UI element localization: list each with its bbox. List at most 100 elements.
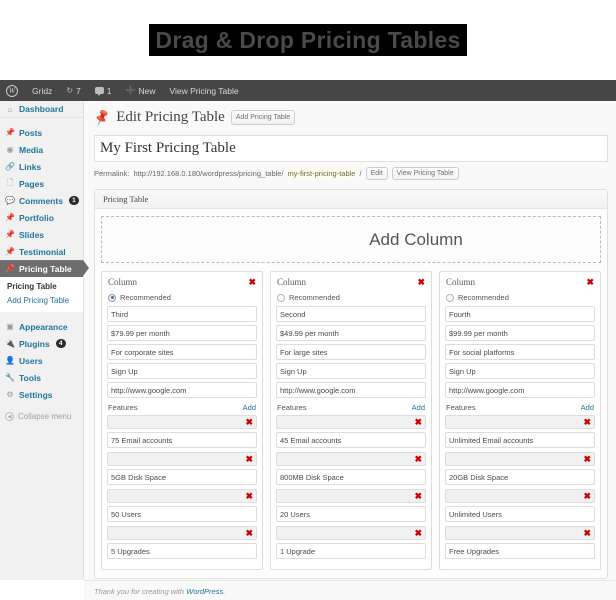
remove-x-icon[interactable]: ✖ [586,277,594,287]
column-name-input[interactable]: Third [107,306,257,322]
sidebar-item-tools[interactable]: 🔧 Tools [0,369,83,386]
pin-icon: 📌 [5,230,15,239]
adminbar-view-pricing-table[interactable]: View Pricing Table [162,80,245,101]
sidebar-item-appearance[interactable]: ▣ Appearance [0,318,83,335]
sidebar-item-testimonial[interactable]: 📌 Testimonial [0,243,83,260]
feature-drag-handle[interactable]: ✖ [276,452,426,466]
adminbar-site-name[interactable]: Gridz [25,80,59,101]
pricing-column-card[interactable]: Column ✖ Recommended Fourth $99.99 per m… [439,271,601,570]
feature-drag-handle[interactable]: ✖ [276,415,426,429]
sidebar-item-users[interactable]: 👤 Users [0,352,83,369]
remove-x-icon[interactable]: ✖ [417,277,425,287]
plus-icon: ➕ [125,86,136,95]
feature-drag-handle[interactable]: ✖ [107,415,257,429]
column-url-input[interactable]: http://www.google.com [276,382,426,398]
remove-x-icon[interactable]: ✖ [414,491,422,501]
add-column-dropzone[interactable]: Add Column [101,216,601,263]
sidebar-item-media[interactable]: ◉ Media [0,141,83,158]
remove-x-icon[interactable]: ✖ [583,491,591,501]
column-name-input[interactable]: Fourth [445,306,595,322]
feature-input[interactable]: 5 Upgrades [107,543,257,559]
feature-drag-handle[interactable]: ✖ [276,489,426,503]
remove-x-icon[interactable]: ✖ [414,528,422,538]
remove-x-icon[interactable]: ✖ [248,277,256,287]
remove-x-icon[interactable]: ✖ [245,417,253,427]
column-url-input[interactable]: http://www.google.com [107,382,257,398]
submenu-item-pricing-table[interactable]: Pricing Table [7,280,83,294]
column-price-input[interactable]: $79.99 per month [107,325,257,341]
pricing-column-card[interactable]: Column ✖ Recommended Second $49.99 per m… [270,271,432,570]
sidebar-item-pricing-table[interactable]: 📌 Pricing Table [0,260,89,277]
add-pricing-table-button[interactable]: Add Pricing Table [230,110,296,125]
sidebar-item-settings[interactable]: ⚙ Settings [0,386,83,403]
remove-x-icon[interactable]: ✖ [583,454,591,464]
sidebar-item-slides[interactable]: 📌 Slides [0,226,83,243]
remove-x-icon[interactable]: ✖ [245,528,253,538]
recommended-row[interactable]: Recommended [445,291,595,306]
recommended-radio[interactable] [108,293,116,302]
feature-drag-handle[interactable]: ✖ [445,489,595,503]
remove-x-icon[interactable]: ✖ [414,417,422,427]
feature-input[interactable]: 20 Users [276,506,426,522]
submenu-item-add-pricing-table[interactable]: Add Pricing Table [7,294,83,308]
pricing-column-card[interactable]: Column ✖ Recommended Third $79.99 per mo… [101,271,263,570]
feature-input[interactable]: 20GB Disk Space [445,469,595,485]
feature-drag-handle[interactable]: ✖ [445,526,595,540]
feature-drag-handle[interactable]: ✖ [445,452,595,466]
adminbar-new-content[interactable]: ➕ New [118,80,162,101]
sidebar-item-links[interactable]: 🔗 Links [0,158,83,175]
add-feature-link[interactable]: Add [412,403,425,412]
remove-x-icon[interactable]: ✖ [245,491,253,501]
feature-input[interactable]: Unlimited Email accounts [445,432,595,448]
recommended-radio[interactable] [277,293,285,302]
wordpress-link[interactable]: WordPress [186,587,223,596]
remove-x-icon[interactable]: ✖ [245,454,253,464]
feature-input[interactable]: 45 Email accounts [276,432,426,448]
feature-drag-handle[interactable]: ✖ [276,526,426,540]
column-description-input[interactable]: For corporate sites [107,344,257,360]
recommended-row[interactable]: Recommended [107,291,257,306]
sidebar-item-portfolio[interactable]: 📌 Portfolio [0,209,83,226]
column-price-input[interactable]: $99.99 per month [445,325,595,341]
feature-input[interactable]: 1 Upgrade [276,543,426,559]
feature-drag-handle[interactable]: ✖ [107,452,257,466]
column-name-input[interactable]: Second [276,306,426,322]
sidebar-item-comments[interactable]: 💬 Comments 1 [0,192,83,209]
column-url-input[interactable]: http://www.google.com [445,382,595,398]
adminbar-comments[interactable]: 1 [88,80,119,101]
sidebar-item-posts[interactable]: 📌 Posts [0,124,83,141]
column-button-text-input[interactable]: Sign Up [445,363,595,379]
sidebar-item-pages[interactable]: 🗋 Pages [0,175,83,192]
adminbar-wordpress-logo[interactable]: W [0,80,25,101]
edit-permalink-button[interactable]: Edit [365,167,388,180]
feature-input[interactable]: 5GB Disk Space [107,469,257,485]
dashboard-icon: ⌂ [7,104,13,114]
column-button-text-input[interactable]: Sign Up [107,363,257,379]
feature-drag-handle[interactable]: ✖ [107,526,257,540]
sidebar-item-dashboard[interactable]: ⌂ Dashboard [0,101,83,118]
feature-input[interactable]: Free Upgrades [445,543,595,559]
sidebar-item-plugins[interactable]: 🔌 Plugins 4 [0,335,83,352]
view-pricing-table-button[interactable]: View Pricing Table [391,167,459,180]
pin-icon: 📌 [91,107,113,127]
add-feature-link[interactable]: Add [243,403,256,412]
remove-x-icon[interactable]: ✖ [583,417,591,427]
recommended-radio[interactable] [446,293,454,302]
recommended-row[interactable]: Recommended [276,291,426,306]
remove-x-icon[interactable]: ✖ [414,454,422,464]
feature-input[interactable]: 50 Users [107,506,257,522]
feature-input[interactable]: 800MB Disk Space [276,469,426,485]
feature-input[interactable]: 75 Email accounts [107,432,257,448]
column-description-input[interactable]: For large sites [276,344,426,360]
remove-x-icon[interactable]: ✖ [583,528,591,538]
collapse-menu-button[interactable]: ◀ Collapse menu [0,408,83,424]
post-title-input[interactable]: My First Pricing Table [94,135,608,162]
adminbar-updates[interactable]: ↻ 7 [59,80,87,101]
feature-input[interactable]: Unlimited Users [445,506,595,522]
add-feature-link[interactable]: Add [581,403,594,412]
feature-drag-handle[interactable]: ✖ [445,415,595,429]
feature-drag-handle[interactable]: ✖ [107,489,257,503]
column-description-input[interactable]: For social platforms [445,344,595,360]
column-button-text-input[interactable]: Sign Up [276,363,426,379]
column-price-input[interactable]: $49.99 per month [276,325,426,341]
